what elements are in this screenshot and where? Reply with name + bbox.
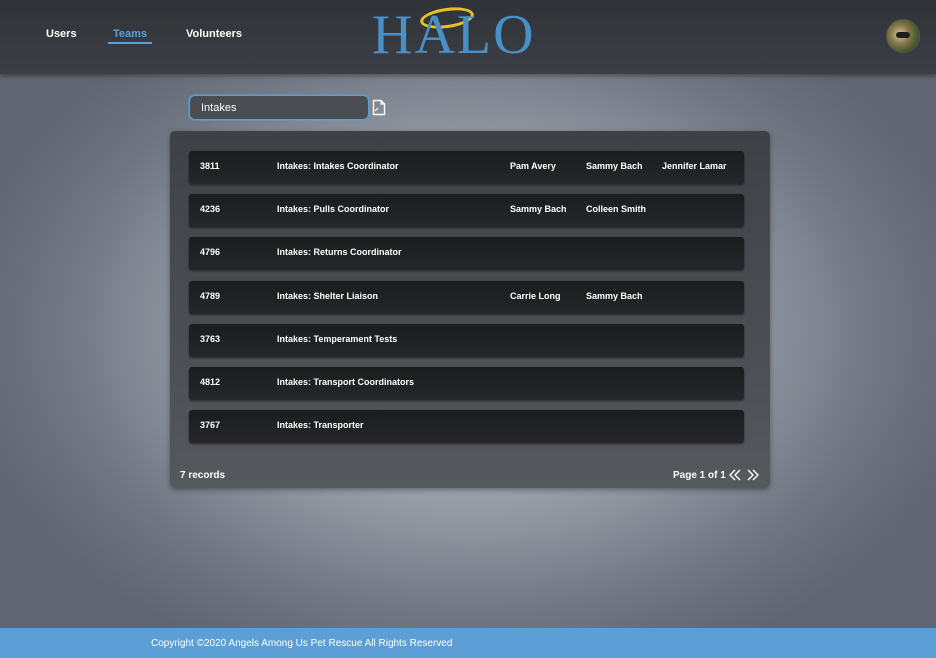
team-name: Intakes: Transport Coordinators: [277, 377, 415, 387]
team-id: 3767: [200, 420, 221, 431]
team-member: Jennifer Lamar: [662, 161, 727, 171]
logo-text: HALO: [372, 4, 536, 66]
page-footer: Copyright ©2020 Angels Among Us Pet Resc…: [0, 628, 936, 658]
team-id: 4812: [200, 377, 221, 387]
halo-logo: HALO: [372, 2, 572, 66]
record-count: 7 records: [180, 470, 226, 481]
team-name: Intakes: Transporter: [277, 420, 364, 431]
nav-users[interactable]: Users: [46, 28, 77, 40]
team-member: Carrie Long: [510, 290, 561, 301]
team-member: Sammy Bach: [586, 161, 643, 171]
team-member: Pam Avery: [510, 161, 556, 171]
team-member: Sammy Bach: [510, 204, 567, 215]
team-row[interactable]: 3811 Intakes: Intakes Coordinator Pam Aver…: [189, 151, 744, 184]
team-id: 4789: [200, 290, 221, 301]
user-avatar[interactable]: [886, 19, 920, 53]
chevron-double-left-icon[interactable]: [728, 468, 742, 482]
team-id: 3763: [200, 333, 221, 344]
team-row[interactable]: 4789 Intakes: Shelter Liaison Carrie Long S…: [189, 280, 744, 314]
team-member: Colleen Smith: [586, 204, 647, 215]
nav-active-indicator: [108, 42, 152, 44]
copyright-text: Copyright ©2020 Angels Among Us Pet Resc…: [151, 638, 453, 649]
page-indicator: Page 1 of 1: [673, 470, 726, 481]
chevron-double-right-icon[interactable]: [746, 468, 760, 482]
team-name: Intakes: Pulls Coordinator: [277, 204, 390, 215]
team-row[interactable]: 4812 Intakes: Transport Coordinators: [189, 367, 744, 400]
team-id: 3811: [200, 161, 220, 171]
team-row[interactable]: 3767 Intakes: Transporter: [189, 410, 744, 444]
new-file-icon[interactable]: [372, 99, 386, 116]
team-search-input[interactable]: [189, 95, 369, 120]
team-id: 4236: [200, 204, 221, 215]
team-name: Intakes: Temperament Tests: [277, 333, 398, 344]
team-name: Intakes: Intakes Coordinator: [277, 161, 399, 171]
team-id: 4796: [200, 247, 221, 258]
team-row[interactable]: 4796 Intakes: Returns Coordinator: [189, 237, 744, 271]
team-row[interactable]: 4236 Intakes: Pulls Coordinator Sammy Bach…: [189, 194, 744, 228]
nav-teams[interactable]: Teams: [113, 28, 147, 40]
teams-table-panel: 3811 Intakes: Intakes Coordinator Pam Aver…: [170, 131, 770, 488]
team-row[interactable]: 3763 Intakes: Temperament Tests: [189, 323, 744, 357]
top-navigation-bar: Users Teams Volunteers HALO: [0, 0, 936, 74]
nav-volunteers[interactable]: Volunteers: [186, 28, 242, 40]
team-name: Intakes: Returns Coordinator: [277, 247, 402, 258]
team-name: Intakes: Shelter Liaison: [277, 290, 379, 301]
team-member: Sammy Bach: [586, 290, 643, 301]
